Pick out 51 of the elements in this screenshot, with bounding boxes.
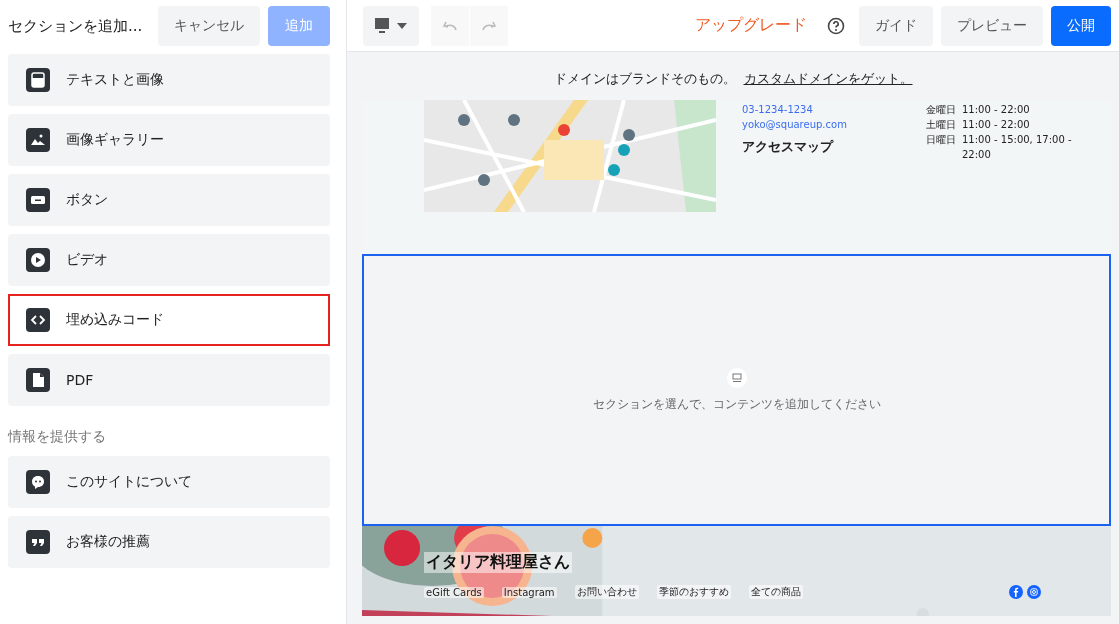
chat-icon: [26, 470, 50, 494]
publish-button[interactable]: 公開: [1051, 5, 1111, 46]
quote-icon: [26, 530, 50, 554]
email-link[interactable]: yoko@squareup.com: [742, 117, 900, 132]
video-icon: [26, 248, 50, 272]
day-label: 土曜日: [926, 118, 956, 132]
device-dropdown[interactable]: [363, 5, 419, 46]
footer-link[interactable]: Instagram: [501, 586, 557, 598]
caret-icon: [397, 22, 407, 29]
day-label: 金曜日: [926, 103, 956, 117]
phone-link[interactable]: 03-1234-1234: [742, 102, 900, 117]
footer-link[interactable]: eGift Cards: [424, 586, 484, 598]
pdf-icon: [26, 368, 50, 392]
undo-icon: [442, 19, 458, 32]
hours-text: 11:00 - 22:00: [962, 103, 1031, 117]
hours-text: 11:00 - 15:00, 17:00 - 22:00: [962, 133, 1073, 162]
section-type-item[interactable]: 埋め込みコード: [8, 294, 330, 346]
cancel-button[interactable]: キャンセル: [158, 6, 260, 46]
section-heading: 情報を提供する: [6, 427, 107, 446]
preview-button[interactable]: プレビュー: [941, 5, 1043, 46]
footer-link[interactable]: 季節のおすすめ: [656, 585, 731, 599]
section-type-item[interactable]: このサイトについて: [8, 456, 330, 508]
text-image-icon: [26, 68, 50, 92]
section-type-item[interactable]: お客様の推薦: [8, 516, 330, 568]
footer-link[interactable]: 全ての商品: [748, 585, 803, 599]
help-icon[interactable]: [827, 16, 845, 35]
section-type-item[interactable]: テキストと画像: [8, 54, 330, 106]
empty-hint: セクションを選んで、コンテンツを追加してください: [592, 395, 881, 413]
banner-text: ドメインはブランドそのもの。: [553, 71, 736, 86]
redo-icon: [481, 19, 497, 32]
panel-title: セクションを追加...: [8, 16, 144, 36]
empty-section[interactable]: セクションを選んで、コンテンツを追加してください: [362, 254, 1111, 526]
guide-button[interactable]: ガイド: [859, 5, 933, 46]
section-type-item[interactable]: PDF: [8, 354, 330, 406]
button-icon: [26, 188, 50, 212]
custom-domain-link[interactable]: カスタムドメインをゲット。: [743, 71, 913, 86]
instagram-icon[interactable]: [1027, 585, 1041, 599]
facebook-icon[interactable]: [1009, 585, 1023, 599]
hours-text: 11:00 - 22:00: [962, 118, 1031, 132]
section-icon: [726, 367, 747, 388]
map-heading: アクセスマップ: [742, 138, 835, 156]
section-type-item[interactable]: 画像ギャラリー: [8, 114, 330, 166]
footer-link[interactable]: お問い合わせ: [574, 585, 639, 599]
gallery-icon: [26, 128, 50, 152]
upgrade-link[interactable]: アップグレード: [689, 14, 813, 37]
site-title: イタリア料理屋さん: [424, 552, 572, 573]
section-type-item[interactable]: ビデオ: [8, 234, 330, 286]
monitor-icon: [375, 18, 389, 33]
code-icon: [26, 308, 50, 332]
section-type-item[interactable]: ボタン: [8, 174, 330, 226]
day-label: 日曜日: [926, 133, 956, 147]
